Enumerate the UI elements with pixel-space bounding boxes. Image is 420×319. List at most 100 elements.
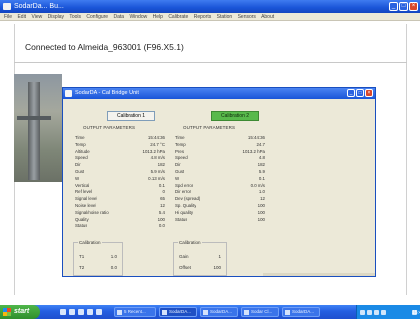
- parameter-row: Status 100: [175, 217, 265, 224]
- clock[interactable]: 15:44: [412, 309, 420, 316]
- parameter-value: 182: [257, 162, 265, 168]
- parameter-row: Ref level 0: [75, 189, 165, 196]
- task-button[interactable]: SodarDA...: [282, 307, 320, 317]
- network-icon[interactable]: [360, 309, 365, 315]
- parameter-label: Speed: [75, 155, 88, 161]
- parameter-value: 12: [160, 202, 165, 208]
- security-icon[interactable]: [374, 309, 379, 315]
- dialog-minimize-button[interactable]: _: [347, 89, 355, 97]
- app-launch-icon[interactable]: [96, 309, 102, 315]
- group-row: T2 0.0: [79, 265, 117, 270]
- menu-item-calibrate[interactable]: Calibrate: [168, 14, 188, 20]
- parameter-label: Dev (spread): [175, 196, 201, 202]
- parameter-row: Time 15:44:36: [175, 135, 265, 142]
- parameter-row: W 0.13 m/s: [75, 176, 165, 183]
- group-row-label: T2: [79, 265, 85, 270]
- menu-item-window[interactable]: Window: [129, 14, 147, 20]
- folder-icon[interactable]: [78, 309, 84, 315]
- media-icon[interactable]: [87, 309, 93, 315]
- parameter-value: 1.0: [258, 189, 265, 195]
- task-button[interactable]: SodarDA...: [200, 307, 238, 317]
- parameter-value: 100: [257, 202, 265, 208]
- menu-item-tools[interactable]: Tools: [69, 14, 81, 20]
- dialog-maximize-button[interactable]: □: [356, 89, 364, 97]
- parameter-label: Time: [175, 135, 185, 140]
- parameter-value: 100: [257, 216, 265, 222]
- parameter-row: Signal level 65: [75, 196, 165, 203]
- parameter-row: Signal/noise ratio 5.4: [75, 210, 165, 217]
- windows-logo-icon: [3, 308, 11, 316]
- menu-item-help[interactable]: Help: [153, 14, 163, 20]
- group-row-value: 0.0: [110, 265, 117, 270]
- menu-item-display[interactable]: Display: [48, 14, 64, 20]
- app-icon: [3, 3, 11, 10]
- parameter-label: Status: [75, 223, 88, 229]
- close-button[interactable]: ×: [409, 2, 418, 11]
- calibration-1-button[interactable]: Calibration 1: [107, 111, 155, 121]
- dialog-controls: _ □ ×: [347, 89, 373, 97]
- menu-item-view[interactable]: View: [31, 14, 42, 20]
- parameter-value: 24.7: [256, 141, 265, 147]
- parameter-label: Altitude: [75, 148, 90, 154]
- calibration-2-button[interactable]: Calibration 2: [211, 111, 259, 121]
- menu-item-station[interactable]: Station: [217, 14, 233, 20]
- task-label: SodarDA...: [210, 309, 233, 314]
- menu-item-reports[interactable]: Reports: [194, 14, 212, 20]
- parameter-label: Gust: [75, 168, 85, 174]
- update-icon[interactable]: [381, 309, 386, 315]
- parameter-value: 0: [162, 189, 165, 195]
- maximize-button[interactable]: □: [399, 2, 408, 11]
- dialog-title: SodarDA - Cal Bridge Unit: [75, 90, 139, 96]
- parameter-label: Vertical: [75, 182, 90, 188]
- menu-item-sensors[interactable]: Sensors: [238, 14, 256, 20]
- parameter-row: Status 0.0: [75, 223, 165, 230]
- parameter-value: 100: [257, 209, 265, 215]
- browser-icon[interactable]: [69, 309, 75, 315]
- menu-item-configure[interactable]: Configure: [86, 14, 108, 20]
- parameter-label: Signal level: [75, 196, 98, 202]
- menu-item-file[interactable]: File: [4, 14, 12, 20]
- parameter-row: Temp 24.7: [175, 142, 265, 149]
- parameter-label: W: [175, 175, 180, 181]
- dialog-close-button[interactable]: ×: [365, 89, 373, 97]
- desktop-icon[interactable]: [60, 309, 66, 315]
- parameter-row: Dir 182: [175, 162, 265, 169]
- parameter-label: Ref level: [75, 189, 93, 195]
- start-button[interactable]: start: [0, 305, 40, 319]
- dialog-status-strip: [263, 273, 375, 276]
- parameter-label: Dir: [175, 162, 181, 168]
- parameter-label: Quality: [75, 216, 89, 222]
- parameter-label: Signal/noise ratio: [75, 209, 109, 215]
- parameter-label: Temp: [75, 141, 86, 147]
- station-photo: [14, 74, 62, 182]
- parameter-label: Speed: [175, 155, 188, 161]
- minimize-button[interactable]: _: [389, 2, 398, 11]
- task-label: SodarDA...: [292, 309, 315, 314]
- task-button[interactable]: Sodar Cl...: [241, 307, 279, 317]
- dialog-body: Calibration 1 Calibration 2 OUTPUT PARAM…: [63, 99, 375, 276]
- parameter-row: Noise level 12: [75, 203, 165, 210]
- menu-bar: File Edit View Display Tools Configure D…: [0, 13, 420, 21]
- divider: [14, 62, 407, 63]
- parameter-label: Status: [175, 216, 188, 222]
- menu-item-data[interactable]: Data: [113, 14, 124, 20]
- task-label: SodarDA...: [169, 309, 192, 314]
- parameter-value: 100: [157, 216, 165, 222]
- parameter-value: 15:44:36: [247, 135, 265, 140]
- menu-item-about[interactable]: About: [261, 14, 274, 20]
- parameter-row: Time 15:44:36: [75, 135, 165, 142]
- volume-icon[interactable]: [367, 309, 372, 315]
- parameter-row: Quality 100: [75, 217, 165, 224]
- parameter-value: 0.1: [158, 182, 165, 188]
- group-title: Calibration: [78, 240, 102, 246]
- parameter-label: Gust: [175, 168, 185, 174]
- task-button[interactable]: 5 Recent...: [114, 307, 156, 317]
- tower-image: [28, 82, 40, 180]
- task-button[interactable]: SodarDA...: [159, 307, 197, 317]
- group-row-label: Gain: [179, 254, 189, 259]
- parameter-row: Temp 24.7 °C: [75, 142, 165, 149]
- group-row: T1 1.0: [79, 254, 117, 259]
- calibration-dialog: SodarDA - Cal Bridge Unit _ □ × Calibrat…: [62, 87, 376, 277]
- group-row-value: 100: [213, 265, 221, 270]
- menu-item-edit[interactable]: Edit: [17, 14, 26, 20]
